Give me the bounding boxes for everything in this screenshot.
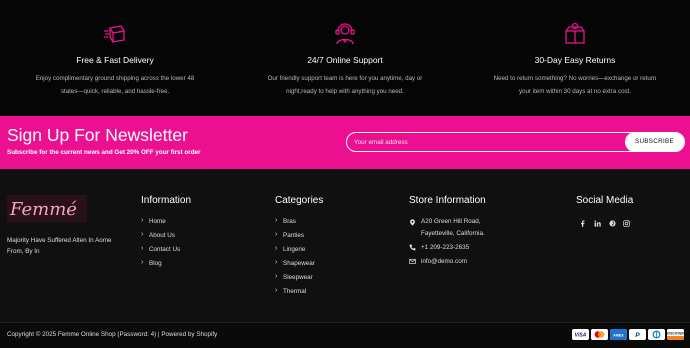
- store-address-line1: A20 Green Hill Road,: [421, 218, 481, 225]
- feature-returns: 30-Day Easy Returns Need to return somet…: [460, 22, 690, 98]
- link-contact-us[interactable]: Contact Us: [149, 246, 180, 253]
- svg-text:AMEX: AMEX: [613, 333, 624, 337]
- link-shapewear[interactable]: Shapewear: [283, 260, 315, 267]
- gift-box-icon: [565, 22, 585, 44]
- chevron-right-icon: ›: [275, 231, 278, 238]
- chevron-right-icon: ›: [141, 231, 144, 238]
- feature-title: 24/7 Online Support: [307, 55, 383, 65]
- store-address-line2: Fayetteville, California.: [421, 230, 485, 237]
- feature-description: Enjoy complimentary ground shipping acro…: [35, 75, 195, 95]
- support-agent-icon: [335, 23, 355, 45]
- store-title: Store Information: [409, 195, 486, 206]
- social-title: Social Media: [576, 195, 634, 206]
- categories-title: Categories: [275, 195, 324, 206]
- link-lingerie[interactable]: Lingerie: [283, 246, 305, 253]
- store-email[interactable]: info@demo.com: [421, 258, 467, 265]
- delivery-box-icon: [104, 25, 126, 43]
- about-text: Majority Have Suffered Alten In Aome Fro…: [7, 237, 112, 255]
- svg-text:P: P: [635, 332, 640, 339]
- store-phone[interactable]: +1 209-223-2635: [421, 244, 469, 251]
- chevron-right-icon: ›: [141, 217, 144, 224]
- email-placeholder: Your email address: [354, 139, 408, 146]
- link-home[interactable]: Home: [149, 218, 166, 225]
- feature-description: Our friendly support team is here for yo…: [267, 75, 423, 95]
- feature-description: Need to return something? No worries—exc…: [493, 75, 657, 95]
- diners-club-icon: [648, 329, 665, 340]
- chevron-right-icon: ›: [275, 259, 278, 266]
- copyright-text: Copyright © 2025 Femme Online Shop (Pass…: [7, 331, 218, 338]
- logo-text: Femmé: [9, 199, 77, 220]
- svg-text:VISA: VISA: [575, 333, 587, 339]
- location-pin-icon: [410, 219, 415, 226]
- mastercard-icon: [591, 329, 608, 340]
- newsletter-subtitle: Subscribe for the current news and Get 2…: [7, 149, 201, 156]
- chevron-right-icon: ›: [141, 259, 144, 266]
- discover-icon: DISCOVER: [667, 329, 684, 340]
- link-thermal[interactable]: Thermal: [283, 288, 306, 295]
- feature-title: 30-Day Easy Returns: [534, 55, 616, 65]
- chevron-right-icon: ›: [275, 245, 278, 252]
- amex-icon: AMEX: [610, 329, 627, 340]
- instagram-icon[interactable]: [623, 220, 630, 227]
- svg-text:DISCOVER: DISCOVER: [667, 332, 684, 336]
- features-section: Free & Fast Delivery Enjoy complimentary…: [0, 0, 690, 116]
- paypal-icon: P: [629, 329, 646, 340]
- information-title: Information: [141, 195, 192, 206]
- chevron-right-icon: ›: [275, 217, 278, 224]
- chevron-right-icon: ›: [141, 245, 144, 252]
- link-bras[interactable]: Bras: [283, 218, 296, 225]
- subscribe-button[interactable]: SUBSCRIBE: [625, 132, 684, 152]
- newsletter-title: Sign Up For Newsletter: [7, 125, 188, 145]
- link-about-us[interactable]: About Us: [149, 232, 175, 239]
- chevron-right-icon: ›: [275, 273, 278, 280]
- facebook-icon[interactable]: [579, 220, 586, 227]
- pinterest-icon[interactable]: [609, 220, 616, 227]
- feature-title: Free & Fast Delivery: [76, 55, 154, 65]
- link-panties[interactable]: Panties: [283, 232, 304, 239]
- brand-logo[interactable]: Femmé: [7, 195, 87, 222]
- chevron-right-icon: ›: [275, 287, 278, 294]
- visa-icon: VISA: [572, 329, 589, 340]
- linkedin-icon[interactable]: [594, 220, 601, 227]
- phone-icon: [409, 244, 416, 251]
- feature-delivery: Free & Fast Delivery Enjoy complimentary…: [0, 22, 230, 98]
- link-sleepwear[interactable]: Sleepwear: [283, 274, 313, 281]
- link-blog[interactable]: Blog: [149, 260, 162, 267]
- feature-support: 24/7 Online Support Our friendly support…: [230, 22, 460, 98]
- email-icon: [409, 259, 416, 264]
